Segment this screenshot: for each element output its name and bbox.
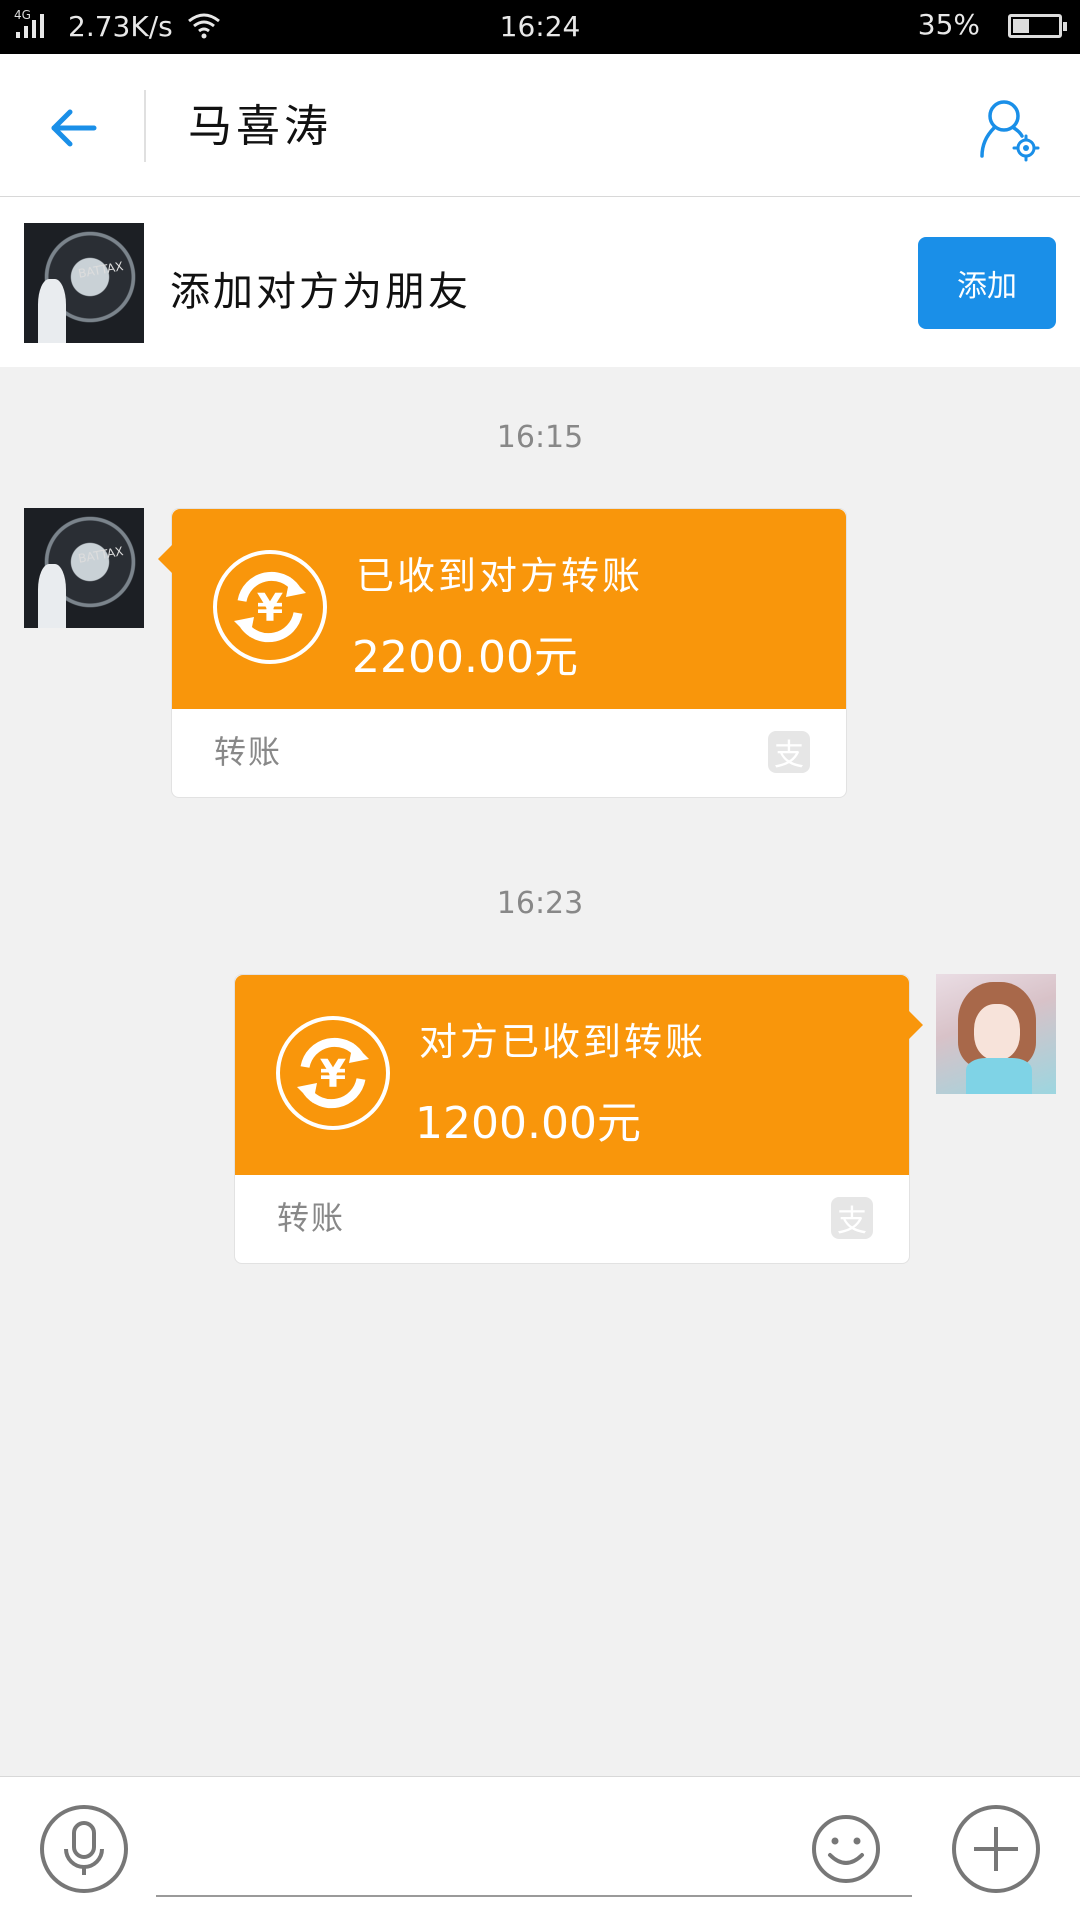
input-bar (0, 1776, 1080, 1921)
battery-percent: 35% (917, 8, 980, 41)
message-timestamp: 16:23 (496, 886, 584, 921)
transfer-yuan-icon: ¥ (213, 550, 327, 664)
back-arrow-icon[interactable] (44, 100, 100, 156)
message-input-underline (156, 1895, 912, 1897)
contact-avatar[interactable]: BATTAX (24, 223, 144, 343)
alipay-icon: 支 (831, 1197, 873, 1239)
svg-text:¥: ¥ (320, 1052, 346, 1096)
transfer-status: 对方已收到转账 (419, 1020, 707, 1064)
add-friend-bar: BATTAX 添加对方为朋友 添加 (0, 197, 1080, 367)
transfer-card-header: ¥ 已收到对方转账 2200.00元 (158, 509, 846, 709)
transfer-yuan-icon: ¥ (276, 1016, 390, 1130)
message-timestamp: 16:15 (496, 420, 584, 455)
user-avatar[interactable] (936, 974, 1056, 1094)
transfer-status: 已收到对方转账 (356, 554, 644, 598)
transfer-card-header: ¥ 对方已收到转账 1200.00元 (235, 975, 923, 1175)
transfer-kind: 转账 (277, 1199, 346, 1237)
status-bar: 4G 2.73K/s 16:24 35% (0, 0, 1080, 54)
emoji-icon[interactable] (810, 1813, 882, 1885)
add-friend-button[interactable]: 添加 (918, 237, 1056, 329)
chat-header: 马喜涛 (0, 54, 1080, 197)
transfer-card[interactable]: ¥ 对方已收到转账 1200.00元 转账 支 (234, 974, 923, 1264)
transfer-card[interactable]: ¥ 已收到对方转账 2200.00元 转账 支 (158, 508, 847, 798)
microphone-icon[interactable] (38, 1803, 130, 1895)
svg-text:¥: ¥ (257, 586, 283, 630)
page-title: 马喜涛 (188, 101, 332, 152)
transfer-amount: 2200.00元 (352, 632, 578, 683)
transfer-kind: 转账 (214, 733, 283, 771)
add-friend-label: 添加对方为朋友 (170, 269, 471, 315)
header-divider (144, 90, 146, 162)
contact-avatar[interactable]: BATTAX (24, 508, 144, 628)
plus-icon[interactable] (950, 1803, 1042, 1895)
profile-settings-icon[interactable] (974, 94, 1044, 164)
battery-icon (1008, 14, 1067, 38)
alipay-icon: 支 (768, 731, 810, 773)
transfer-amount: 1200.00元 (415, 1098, 641, 1149)
message-input[interactable] (156, 1807, 800, 1893)
